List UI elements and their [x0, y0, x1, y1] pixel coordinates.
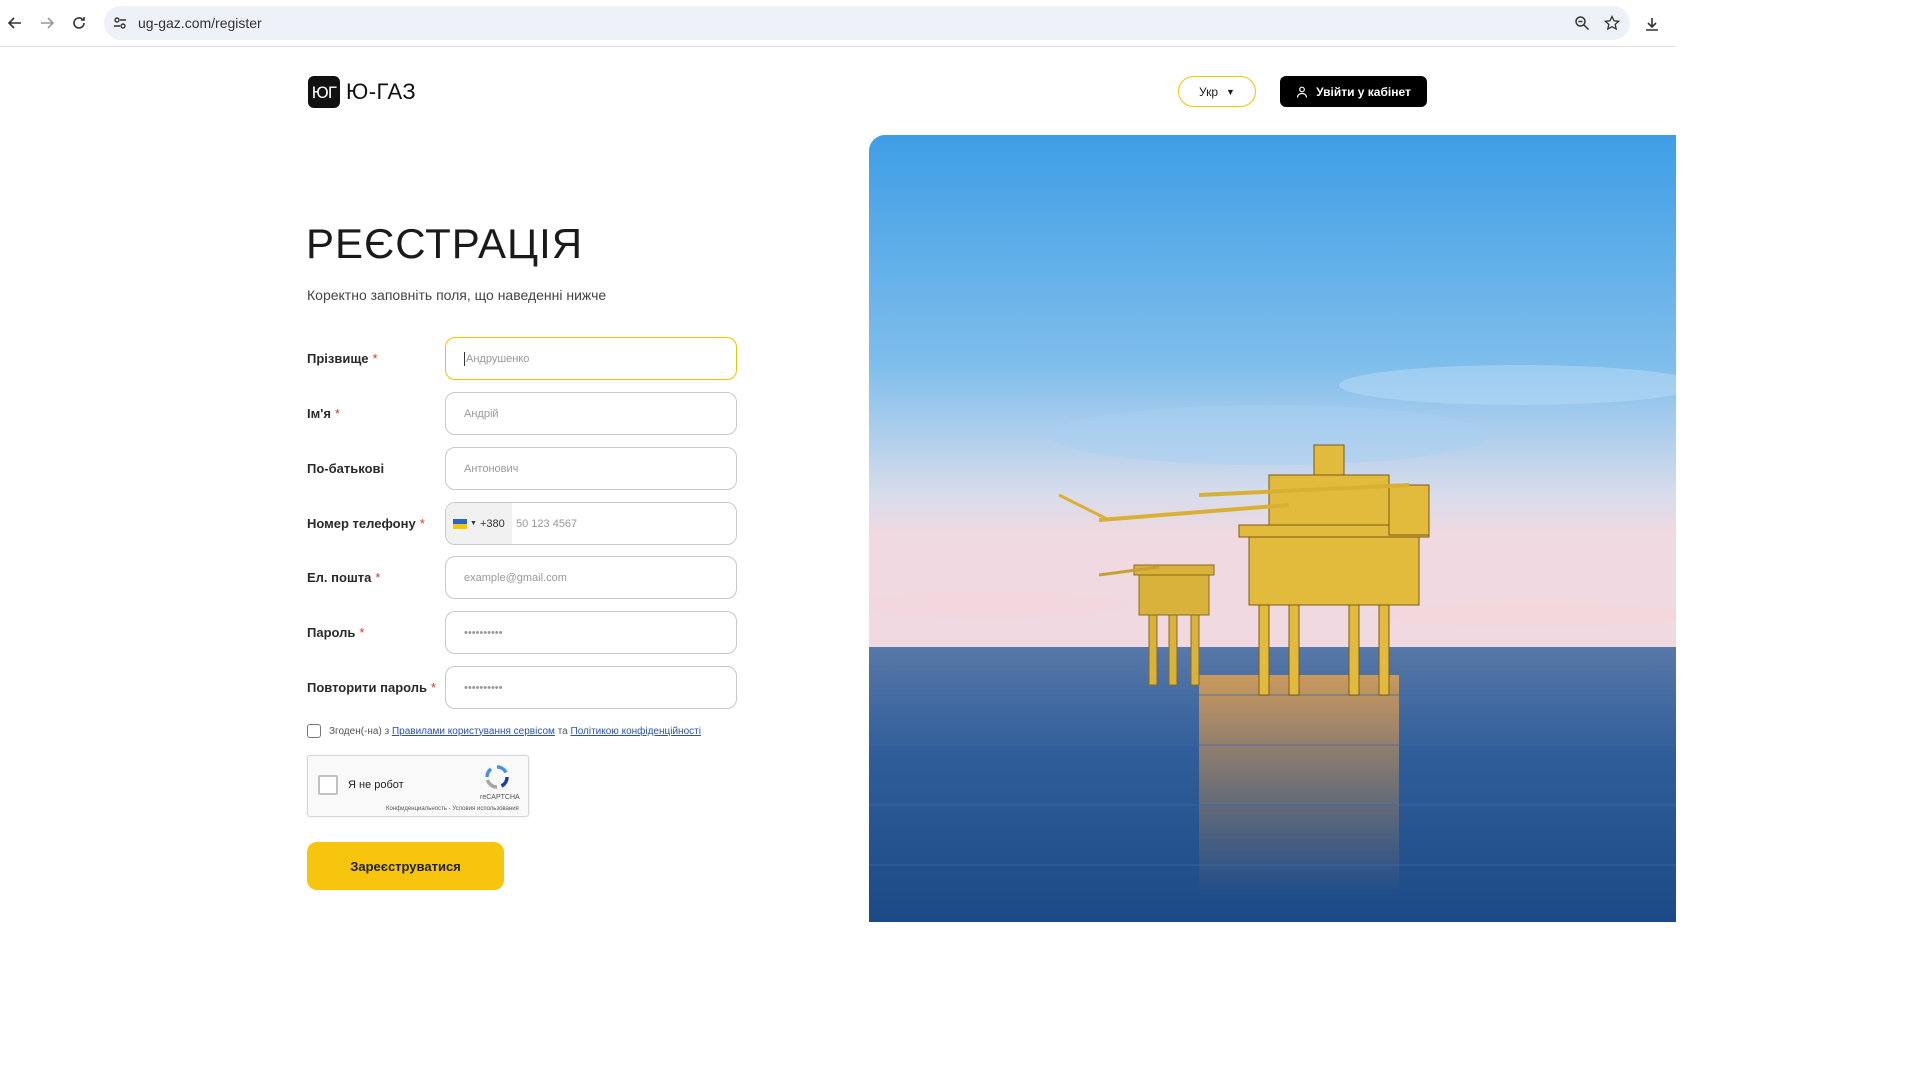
consent-prefix: Згоден(-на) з	[329, 725, 390, 737]
country-code-selector[interactable]: ▼ +380	[446, 503, 512, 544]
patronymic-label: По-батькові	[307, 461, 385, 476]
password-input[interactable]: ••••••••••	[445, 611, 737, 654]
url-text: ug-gaz.com/register	[138, 15, 262, 31]
recaptcha-label: Я не робот	[348, 779, 404, 791]
password-label: Пароль *	[307, 625, 365, 640]
reload-icon[interactable]	[68, 12, 90, 34]
consent-checkbox[interactable]	[307, 724, 321, 738]
logo-mark-icon: ЮГ	[308, 76, 340, 108]
back-icon[interactable]	[4, 12, 26, 34]
recaptcha-logo-icon	[485, 765, 509, 789]
country-code: +380	[479, 517, 505, 530]
language-selector[interactable]: Укр ▼	[1178, 76, 1256, 107]
phone-label: Номер телефону *	[307, 516, 425, 531]
repeat-password-field-row: Повторити пароль * ••••••••••	[307, 666, 737, 710]
surname-label: Прізвище *	[307, 351, 378, 366]
surname-field-row: Прізвище * Андрушенко	[307, 337, 737, 381]
password-field-row: Пароль * ••••••••••	[307, 611, 737, 655]
first-name-input[interactable]: Андрій	[445, 392, 737, 435]
zoom-icon[interactable]	[1572, 13, 1592, 33]
logo-text: Ю-ГАЗ	[346, 79, 417, 104]
language-label: Укр	[1199, 84, 1219, 99]
terms-link[interactable]: Правилами користування сервісом	[392, 726, 555, 737]
email-label: Ел. пошта *	[307, 570, 381, 585]
login-button[interactable]: Увійти у кабінет	[1280, 76, 1427, 107]
first-name-label: Ім'я *	[307, 406, 340, 421]
recaptcha-checkbox[interactable]	[318, 775, 338, 795]
patronymic-input[interactable]: Антонович	[445, 447, 737, 490]
phone-input[interactable]: 50 123 4567	[516, 503, 577, 544]
patronymic-field-row: По-батькові Антонович	[307, 447, 737, 491]
forward-icon[interactable]	[36, 12, 58, 34]
phone-field-row: Номер телефону * ▼ +380 50 123 4567	[307, 502, 737, 546]
user-icon	[1297, 86, 1308, 98]
consent-middle: та	[557, 725, 568, 737]
repeat-password-label: Повторити пароль *	[307, 680, 437, 695]
site-logo[interactable]: ЮГ Ю-ГАЗ	[308, 76, 416, 108]
page-subtitle: Коректно заповніть поля, що наведенні ни…	[307, 287, 607, 303]
chevron-down-icon: ▼	[470, 520, 477, 527]
page-title: РЕЄСТРАЦІЯ	[306, 220, 584, 267]
register-button[interactable]: Зареєструватися	[307, 842, 504, 890]
recaptcha-links[interactable]: Конфиденциальность - Условия использован…	[386, 806, 519, 812]
download-icon[interactable]	[1640, 12, 1664, 36]
surname-input[interactable]: Андрушенко	[445, 337, 737, 380]
privacy-link[interactable]: Політикою конфіденційності	[571, 726, 701, 737]
phone-input-group: ▼ +380 50 123 4567	[445, 502, 737, 545]
ukraine-flag-icon	[453, 518, 467, 529]
login-label: Увійти у кабінет	[1316, 84, 1411, 99]
email-field-row: Ел. пошта * example@gmail.com	[307, 556, 737, 600]
site-settings-icon[interactable]	[112, 15, 128, 31]
recaptcha-brand: reCAPTCHA	[480, 794, 520, 801]
first-name-field-row: Ім'я * Андрій	[307, 392, 737, 436]
bookmark-star-icon[interactable]	[1602, 13, 1622, 33]
oil-platform-hero-image	[869, 135, 1676, 922]
browser-toolbar: ug-gaz.com/register	[0, 0, 1676, 47]
email-input[interactable]: example@gmail.com	[445, 556, 737, 599]
recaptcha-widget: Я не робот reCAPTCHA Конфиденциальность …	[307, 755, 529, 817]
consent-row: Згоден(-на) з Правилами користування сер…	[307, 724, 701, 738]
chevron-down-icon: ▼	[1226, 86, 1235, 97]
address-bar[interactable]: ug-gaz.com/register	[104, 6, 1630, 40]
repeat-password-input[interactable]: ••••••••••	[445, 666, 737, 709]
